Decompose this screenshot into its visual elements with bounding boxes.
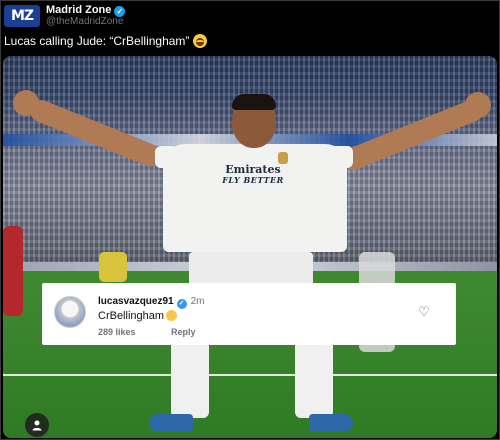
verified-badge-icon: ✓	[176, 299, 187, 309]
background-player	[99, 252, 127, 282]
player-left-boot	[149, 414, 193, 432]
heart-icon: ♡	[418, 304, 430, 319]
person-tag-icon[interactable]	[25, 413, 49, 437]
author-handle[interactable]: @theMadridZone	[46, 16, 123, 27]
pitch-line	[3, 374, 497, 376]
display-name-text: Madrid Zone	[46, 4, 112, 16]
avatar-logo-text: MZ	[10, 8, 34, 24]
tweet-text-content: Lucas calling Jude: “CrBellingham”	[4, 34, 190, 48]
commenter-username-row: lucasvazquez91 ✓ 2m	[98, 296, 205, 309]
comment-likes: 289 likes	[98, 327, 136, 337]
tweet-photo[interactable]: Emirates FLY BETTER	[3, 56, 497, 438]
author-avatar[interactable]: MZ	[4, 5, 40, 27]
tweet-text: Lucas calling Jude: “CrBellingham”	[4, 34, 208, 48]
jersey-sponsor-tagline: FLY BETTER	[222, 175, 284, 185]
commenter-username: lucasvazquez91	[98, 296, 174, 307]
jersey-sponsor: Emirates FLY BETTER	[203, 164, 303, 186]
jersey-sponsor-name: Emirates	[225, 163, 281, 176]
laughing-face-icon	[193, 34, 208, 48]
player-shirt	[163, 144, 347, 252]
comment-reply: Reply	[171, 327, 196, 337]
comment-text: CrBellingham	[98, 310, 178, 322]
commenter-avatar	[54, 296, 86, 328]
player-right-hand	[465, 92, 491, 118]
player-right-boot	[309, 414, 353, 432]
instagram-comment-card: lucasvazquez91 ✓ 2m CrBellingham 289 likes…	[42, 283, 456, 345]
comment-text-content: CrBellingham	[98, 310, 165, 322]
player-hair	[232, 94, 276, 110]
person-icon	[32, 420, 42, 431]
laughing-face-icon	[166, 310, 178, 321]
background-player	[3, 226, 23, 316]
player-left-hand	[13, 90, 39, 116]
comment-time: 2m	[190, 296, 205, 307]
